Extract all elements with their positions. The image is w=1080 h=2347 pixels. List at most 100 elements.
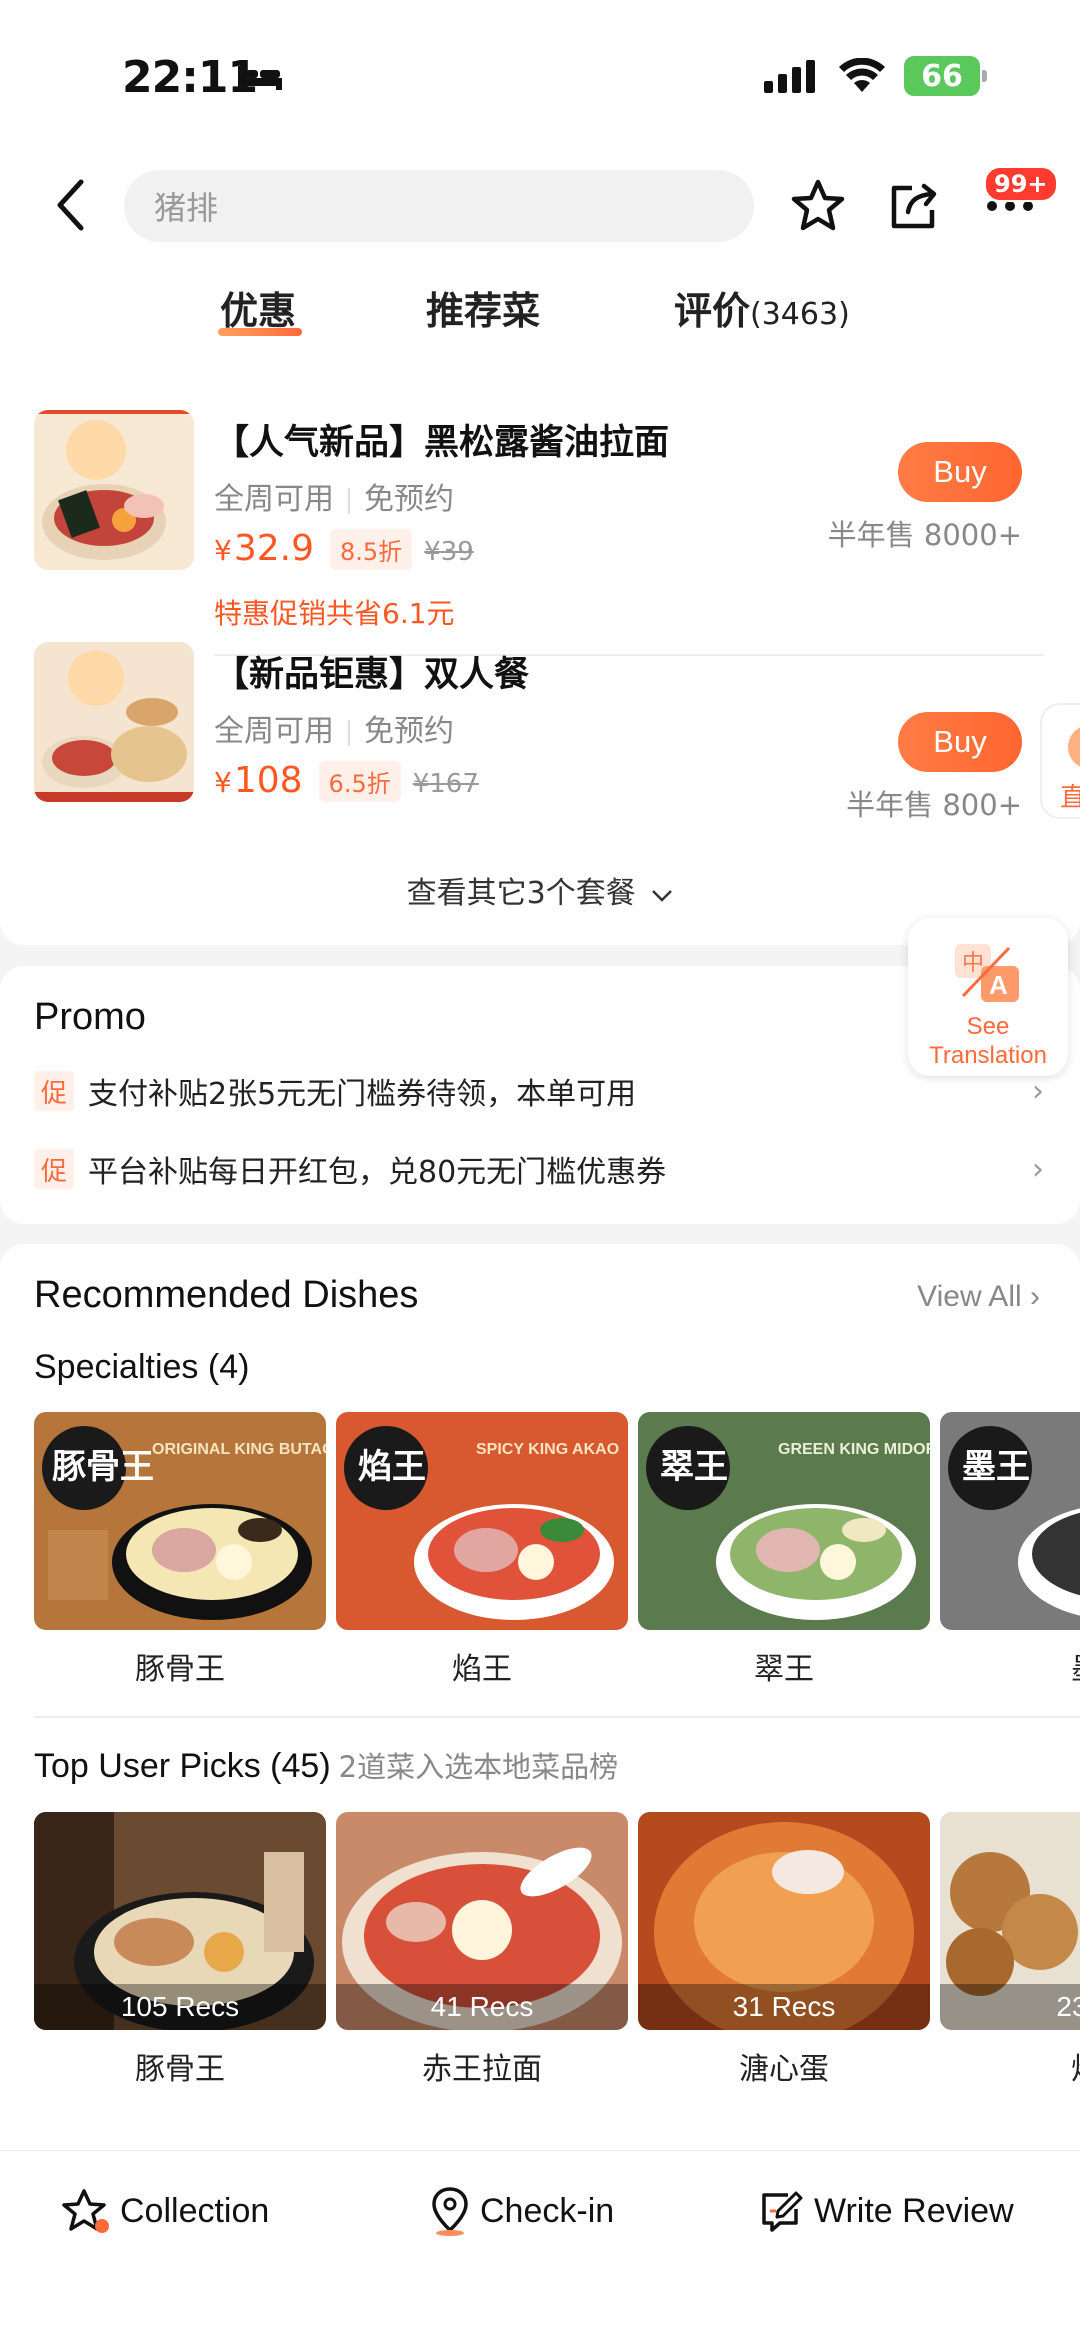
deal-thumbnail [34,642,194,802]
sleep-mode-icon [238,66,282,90]
share-icon [891,183,937,229]
original-price-value: 167 [429,769,479,799]
promo-row[interactable]: 促 支付补贴2张5元无门槛券待领，本单可用 › [34,1066,1044,1116]
dish-name: 溏心蛋 [739,2052,829,2087]
currency-symbol: ¥ [424,537,441,567]
back-button[interactable] [40,170,100,240]
notification-badge: 99+ [984,166,1058,202]
specialties-title: Specialties (4) [34,1348,250,1386]
tab-count: (3463) [750,297,850,332]
top-picks-hint: 2道菜入选本地菜品榜 [338,1750,619,1784]
dish-image: 31 Recs [638,1812,930,2030]
active-tab-indicator [218,328,302,336]
write-review-button[interactable]: Write Review [758,2181,1014,2241]
status-indicators: 66 [764,56,987,96]
checkin-button[interactable]: Check-in [430,2181,614,2241]
dish-image: 墨王 [940,1412,1080,1630]
svg-text:中: 中 [962,951,984,976]
dish-image: 23 R [940,1812,1080,2030]
poster-subtitle: ORIGINAL KING BUTAO [152,1441,326,1458]
bottom-action-bar: Collection Check-in Write Review [0,2150,1080,2347]
dish-image: 豚骨王 ORIGINAL KING BUTAO [34,1412,326,1630]
view-all-link[interactable]: View All › [917,1280,1040,1314]
header: 猪排 99+ 优惠 推荐菜 评价(3463) [0,150,1080,380]
signal-icon [764,60,815,93]
poster-subtitle: SPICY KING AKAO [476,1441,619,1458]
more-packages-label: 查看其它3个套餐 [406,876,636,911]
top-pick-dish[interactable]: 31 Recs 溏心蛋 [638,1812,930,2088]
tab-recommended[interactable]: 推荐菜 [426,280,540,335]
chevron-down-icon [652,890,673,902]
specialty-dish[interactable]: 翠王 GREEN KING MIDORIO 翠王 [638,1412,930,1688]
currency-symbol: ¥ [412,769,430,799]
specialty-dish[interactable]: 焰王 SPICY KING AKAO 焰王 [336,1412,628,1688]
meta-divider [348,487,350,514]
status-bar: 22:11 66 [0,0,1080,150]
dish-name: 豚骨王 [135,1652,225,1687]
share-button[interactable] [882,174,946,238]
tab-deals[interactable]: 优惠 [220,280,296,335]
top-pick-dish[interactable]: 23 R 炸 [940,1812,1080,2088]
specialty-dish[interactable]: 豚骨王 ORIGINAL KING BUTAO 豚骨王 [34,1412,326,1688]
search-input[interactable]: 猪排 [124,170,754,242]
price-value: 32.9 [233,528,314,569]
deal-availability: 全周可用 [214,482,334,517]
translation-label-line1: See [966,1013,1010,1040]
top-pick-dish[interactable]: 105 Recs 豚骨王 [34,1812,326,2088]
specialty-dish[interactable]: 墨王 墨 [940,1412,1080,1688]
chevron-right-icon: › [1032,1151,1044,1187]
top-pick-dish[interactable]: 41 Recs 赤王拉面 [336,1812,628,2088]
deal-price: ¥32.9 8.5折 ¥39 [214,528,474,570]
poster-title: 墨王 [962,1447,1030,1487]
translate-icon: 中 A [955,944,1019,1002]
see-translation-button[interactable]: 中 A See Translation [908,918,1068,1076]
deal-reservation: 免预约 [364,714,454,749]
deal-thumbnail [34,410,194,570]
original-price: ¥167 [413,769,479,799]
tab-label: 优惠 [220,289,297,333]
checkin-label: Check-in [480,2191,615,2230]
promo-row[interactable]: 促 平台补贴每日开红包，兑80元无门槛优惠券 › [34,1144,1044,1194]
sold-count: 半年售 8000+ [827,518,1022,552]
original-price-value: 39 [440,537,474,567]
recommended-section: Recommended Dishes View All › Specialtie… [0,1244,1080,2159]
deal-item[interactable]: 【人气新品】黑松露酱油拉面 全周可用 免预约 ¥32.9 8.5折 ¥39 特惠促… [0,370,1080,656]
location-pin-icon [432,2187,468,2236]
promo-tag: 促 [34,1071,74,1111]
chevron-right-icon: › [1030,1280,1040,1313]
tab-reviews[interactable]: 评价(3463) [674,280,850,335]
dish-name: 豚骨王 [135,2052,225,2087]
deal-item[interactable]: 【新品钜惠】双人餐 全周可用 免预约 ¥108 6.5折 ¥167 Buy 半年售… [0,642,1080,902]
collection-button[interactable]: Collection [62,2181,269,2241]
recs-count: 105 Recs [34,1984,326,2030]
battery-indicator: 66 [904,56,987,96]
dish-image: 41 Recs [336,1812,628,2030]
meta-divider [348,719,350,746]
favorite-button[interactable] [786,174,850,238]
svg-text:A: A [989,970,1008,1000]
view-all-label: View All [917,1280,1022,1313]
promo-tag: 促 [34,1149,74,1189]
star-plus-icon [62,2189,109,2233]
price-value: 108 [233,760,303,801]
chevron-left-icon [57,179,84,231]
page: 22:11 66 猪排 99+ 优惠 推荐菜 评价(3463) 【人气新品】黑松… [0,0,1080,2347]
poster-title: 豚骨王 [52,1447,154,1487]
deal-title: 【人气新品】黑松露酱油拉面 [214,423,670,463]
tab-label: 评价 [674,289,751,333]
edit-review-icon [762,2191,803,2232]
buy-button[interactable]: Buy [898,712,1022,772]
buy-button[interactable]: Buy [898,442,1022,502]
more-packages-link[interactable]: 查看其它3个套餐 [0,868,1080,912]
promo-title: Promo [34,996,146,1038]
original-price: ¥39 [424,537,474,567]
tab-label: 推荐菜 [426,289,541,333]
dish-name: 墨 [940,1644,1080,1688]
deal-meta: 全周可用 免预约 [214,706,454,750]
top-picks-label: Top User Picks (45) [34,1747,331,1785]
currency-symbol: ¥ [214,534,232,567]
section-divider [34,1716,1080,1718]
discount-badge: 8.5折 [329,529,413,570]
tab-bar: 优惠 推荐菜 评价(3463) [0,280,1080,360]
side-carousel-peek[interactable]: 直 [1040,703,1080,819]
